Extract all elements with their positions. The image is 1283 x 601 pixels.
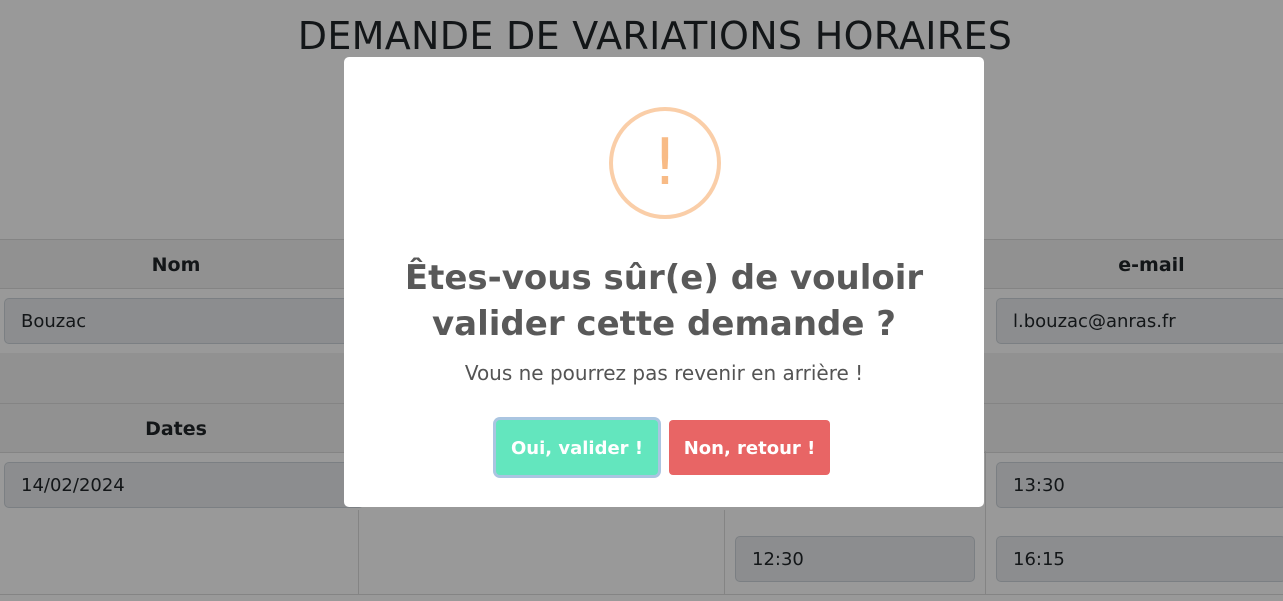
warning-icon: ! xyxy=(609,107,721,219)
dialog-title: Êtes-vous sûr(e) de vouloir valider cett… xyxy=(404,258,924,344)
exclamation-glyph: ! xyxy=(652,126,678,200)
confirm-dialog: ! Êtes-vous sûr(e) de vouloir valider ce… xyxy=(344,57,984,507)
page: DEMANDE DE VARIATIONS HORAIRES Nom e-mai… xyxy=(0,0,1283,601)
dialog-message: Vous ne pourrez pas revenir en arrière ! xyxy=(464,361,864,385)
confirm-button[interactable]: Oui, valider ! xyxy=(496,420,658,475)
cancel-button[interactable]: Non, retour ! xyxy=(669,420,830,475)
